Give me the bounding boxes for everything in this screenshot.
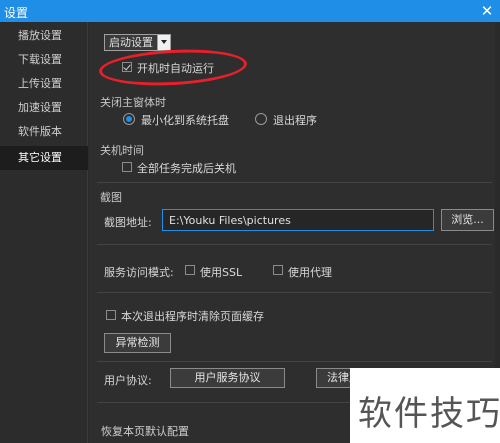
title-bar: 设置 ✕ bbox=[0, 0, 500, 22]
divider bbox=[97, 244, 492, 245]
shutdown-after-tasks-label: 全部任务完成后关机 bbox=[137, 162, 236, 175]
chevron-down-icon[interactable] bbox=[157, 35, 170, 50]
startup-dropdown[interactable]: 启动设置 bbox=[104, 34, 171, 51]
close-main-section-title: 关闭主窗体时 bbox=[100, 96, 166, 109]
use-proxy-label: 使用代理 bbox=[288, 266, 332, 279]
radio-exit-program[interactable] bbox=[255, 113, 267, 125]
autorun-label: 开机时自动运行 bbox=[137, 62, 214, 75]
screenshot-section-title: 截图 bbox=[100, 191, 122, 204]
sidebar-item-version[interactable]: 软件版本 bbox=[0, 120, 88, 144]
use-ssl-label: 使用SSL bbox=[200, 266, 243, 279]
radio-exit-program-label: 退出程序 bbox=[273, 114, 317, 127]
sidebar: 播放设置 下载设置 上传设置 加速设置 软件版本 其它设置 bbox=[0, 22, 88, 443]
use-ssl-checkbox[interactable] bbox=[185, 265, 195, 275]
user-service-agreement-button[interactable]: 用户服务协议 bbox=[170, 368, 285, 388]
sidebar-item-upload[interactable]: 上传设置 bbox=[0, 72, 88, 96]
window-title: 设置 bbox=[4, 6, 29, 20]
restore-defaults-link[interactable]: 恢复本页默认配置 bbox=[101, 423, 189, 439]
radio-minimize-tray-label: 最小化到系统托盘 bbox=[141, 114, 229, 127]
agreement-label: 用户协议: bbox=[104, 374, 152, 387]
startup-dropdown-label: 启动设置 bbox=[109, 36, 153, 49]
sidebar-item-other[interactable]: 其它设置 bbox=[0, 146, 88, 170]
divider bbox=[97, 292, 492, 293]
anomaly-detect-button[interactable]: 异常检测 bbox=[104, 333, 171, 353]
clear-cache-label: 本次退出程序时清除页面缓存 bbox=[121, 310, 264, 323]
clear-cache-checkbox[interactable] bbox=[106, 310, 116, 320]
use-proxy-checkbox[interactable] bbox=[273, 265, 283, 275]
sidebar-item-playback[interactable]: 播放设置 bbox=[0, 24, 88, 48]
shutdown-after-tasks-checkbox[interactable] bbox=[122, 162, 132, 172]
close-icon[interactable]: ✕ bbox=[478, 1, 496, 21]
watermark-text: 软件技巧 bbox=[358, 394, 500, 434]
divider bbox=[97, 361, 492, 362]
radio-minimize-tray[interactable] bbox=[123, 113, 135, 125]
shutdown-section-title: 关机时间 bbox=[100, 144, 144, 157]
screenshot-path-label: 截图地址: bbox=[104, 216, 152, 229]
screenshot-path-input[interactable] bbox=[162, 209, 434, 231]
sidebar-item-accelerate[interactable]: 加速设置 bbox=[0, 96, 88, 120]
browse-button[interactable]: 浏览... bbox=[441, 209, 494, 231]
divider bbox=[97, 182, 492, 183]
watermark: 软件技巧 bbox=[350, 368, 500, 443]
autorun-checkbox[interactable] bbox=[122, 62, 132, 72]
sidebar-item-download[interactable]: 下载设置 bbox=[0, 48, 88, 72]
service-mode-label: 服务访问模式: bbox=[104, 266, 174, 279]
